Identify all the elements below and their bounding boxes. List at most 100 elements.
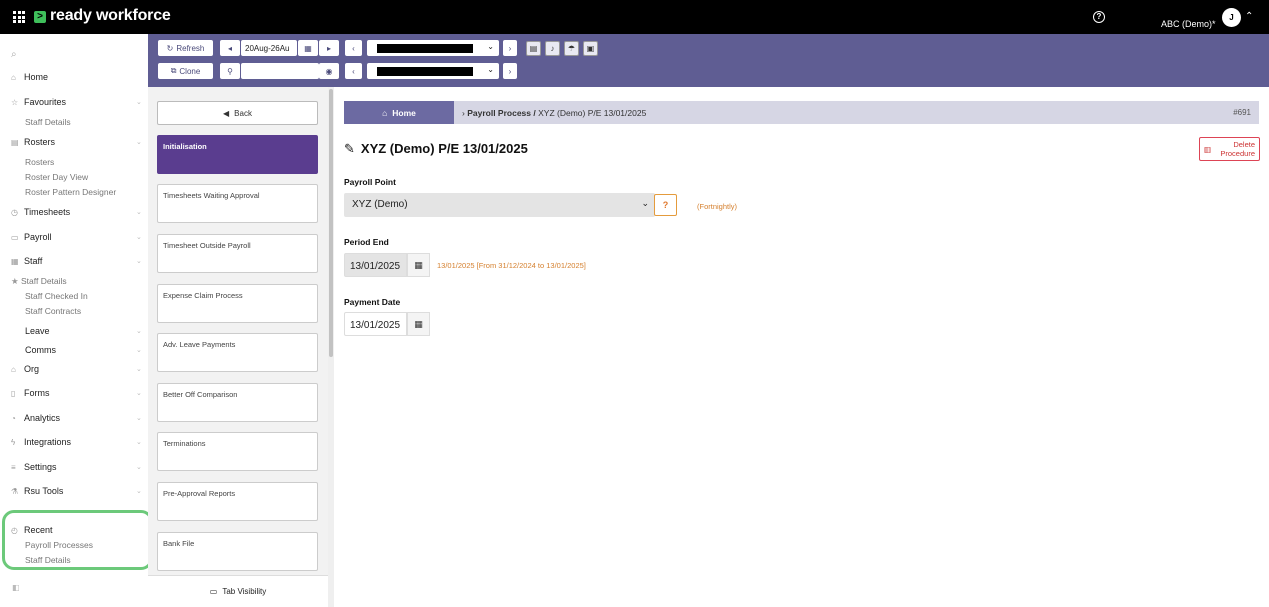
sidebar-item-label: Integrations (24, 437, 72, 447)
back-circle-icon: ◀ (223, 108, 230, 118)
calendar-icon[interactable]: ▦ (407, 312, 430, 336)
step-adv-leave-payments[interactable]: Adv. Leave Payments (157, 333, 318, 372)
payroll-point-select[interactable]: XYZ (Demo) ⌄ (344, 193, 655, 217)
sidebar-item-analytics[interactable]: ◔ Analytics ⌄ (11, 413, 142, 423)
chevron-down-icon: ⌄ (136, 366, 142, 373)
chevron-down-icon: ⌄ (641, 198, 649, 208)
chevron-down-icon: ⌄ (136, 439, 142, 446)
tab-visibility-button[interactable]: ▭ Tab Visibility (148, 575, 328, 607)
breadcrumb-current: XYZ (Demo) P/E 13/01/2025 (538, 108, 647, 118)
toolbar: ↻ Refresh ⧉ Clone ◂ 20Aug-26Au ▦ ▸ ⚲ ◉ ‹… (148, 34, 1269, 87)
sidebar-item-recent[interactable]: ◴ Recent (11, 525, 53, 535)
prev-selector-button-2[interactable]: ‹ (345, 63, 362, 79)
trash-icon: ▥ (1204, 144, 1212, 154)
sidebar-item-forms[interactable]: ▯ Forms ⌄ (11, 388, 142, 398)
back-button[interactable]: ◀ Back (157, 101, 318, 125)
pencil-icon[interactable]: ✎ (344, 141, 355, 157)
delete-procedure-button[interactable]: ▥ Delete Procedure (1199, 137, 1260, 161)
org-name[interactable]: ABC (Demo)* (1161, 19, 1216, 29)
eye-button[interactable]: ◉ (319, 63, 339, 79)
redacted-value (377, 44, 473, 53)
date-next-button[interactable]: ▸ (319, 40, 339, 56)
sidebar-subitem[interactable]: Staff Checked In (25, 291, 88, 301)
scrollbar-thumb[interactable] (329, 89, 333, 357)
collapse-sidebar-icon[interactable]: ◧ (12, 583, 20, 592)
avatar[interactable]: J (1222, 8, 1241, 27)
sidebar-subitem-label: Staff Details (21, 276, 67, 286)
step-timesheet-outside-payroll[interactable]: Timesheet Outside Payroll (157, 234, 318, 273)
sidebar-recent-payroll-processes[interactable]: Payroll Processes (25, 540, 93, 550)
selector-dropdown-1[interactable]: ⌄ (367, 40, 499, 56)
sidebar-item-favourites[interactable]: ☆ Favourites ⌄ (11, 97, 142, 107)
sidebar-subitem[interactable]: Rosters (25, 157, 54, 167)
sidebar-item-org[interactable]: ⌂ Org ⌄ (11, 364, 142, 374)
payroll-point-help-button[interactable]: ? (654, 194, 677, 216)
chevron-down-icon: ⌄ (136, 209, 142, 216)
step-bank-file[interactable]: Bank File (157, 532, 318, 571)
step-better-off-comparison[interactable]: Better Off Comparison (157, 383, 318, 422)
breadcrumb: ⌂ Home › Payroll Process / XYZ (Demo) P/… (344, 101, 1259, 124)
bell-icon[interactable]: ♪ (545, 41, 560, 56)
sidebar-item-label: Home (24, 72, 49, 82)
sidebar-item-payroll[interactable]: ▭ Payroll ⌄ (11, 232, 142, 242)
date-range-field[interactable]: 20Aug-26Au (241, 40, 297, 56)
sidebar-item-staff[interactable]: ▦ Staff ⌄ (11, 256, 142, 266)
step-terminations[interactable]: Terminations (157, 432, 318, 471)
sidebar-item-home[interactable]: ⌂ Home (11, 72, 48, 82)
prev-selector-button[interactable]: ‹ (345, 40, 362, 56)
selector-dropdown-2[interactable]: ⌄ (367, 63, 499, 79)
search-toggle-button[interactable]: ⚲ (220, 63, 240, 79)
sidebar-item-leave[interactable]: Leave ⌄ (25, 326, 142, 336)
brand-name[interactable]: ready workforce (50, 7, 171, 25)
sidebar-subitem[interactable]: Staff Contracts (25, 306, 81, 316)
sidebar-subitem[interactable]: Roster Pattern Designer (25, 187, 116, 197)
people-icon: ▦ (11, 256, 19, 266)
search-icon[interactable]: ⌕ (11, 49, 17, 60)
date-calendar-button[interactable]: ▦ (298, 40, 318, 56)
frequency-note: (Fortnightly) (697, 202, 738, 211)
timesheet-icon[interactable]: ▤ (526, 41, 541, 56)
sidebar-recent-staff-details[interactable]: Staff Details (25, 555, 71, 565)
help-icon[interactable]: ? (1093, 11, 1105, 23)
clone-button[interactable]: ⧉ Clone (158, 63, 213, 79)
home-icon: ⌂ (382, 107, 388, 118)
sidebar-subitem[interactable]: Roster Day View (25, 172, 88, 182)
breadcrumb-home[interactable]: ⌂ Home (344, 101, 454, 124)
breadcrumb-section[interactable]: Payroll Process / (467, 108, 536, 118)
step-initialisation[interactable]: Initialisation (157, 135, 318, 174)
star-icon: ★ (11, 276, 19, 286)
sidebar-item-timesheets[interactable]: ◷ Timesheets ⌄ (11, 207, 142, 217)
sidebar-item-comms[interactable]: Comms ⌄ (25, 345, 142, 355)
sidebar-item-settings[interactable]: ≡ Settings ⌄ (11, 462, 142, 472)
sidebar-item-label: Staff (24, 256, 43, 266)
briefcase-icon[interactable]: ▣ (583, 41, 598, 56)
step-timesheets-waiting-approval[interactable]: Timesheets Waiting Approval (157, 184, 318, 223)
refresh-button[interactable]: ↻ Refresh (158, 40, 213, 56)
sidebar: ⌕ ⌂ Home ☆ Favourites ⌄ Staff Details ▤ … (0, 34, 153, 607)
calendar-icon: ▤ (11, 137, 19, 147)
step-pre-approval-reports[interactable]: Pre-Approval Reports (157, 482, 318, 521)
sidebar-subitem[interactable]: Staff Details (25, 117, 71, 127)
apps-grid-icon[interactable] (13, 11, 25, 23)
calendar-icon: ▦ (304, 43, 312, 53)
payment-date-field[interactable]: 13/01/2025 (344, 312, 407, 336)
chevron-down-icon: ⌄ (136, 328, 142, 335)
chevron-up-icon[interactable]: ⌃ (1245, 11, 1253, 22)
chevron-right-icon: › (508, 43, 512, 53)
calendar-icon[interactable]: ▦ (407, 253, 430, 277)
beach-icon[interactable]: ☂ (564, 41, 579, 56)
sidebar-item-label: Rosters (24, 137, 56, 147)
next-selector-button[interactable]: › (503, 40, 517, 56)
period-end-field[interactable]: 13/01/2025 (344, 253, 407, 277)
period-end-label: Period End (344, 237, 389, 247)
search-input[interactable] (241, 63, 319, 79)
next-selector-button-2[interactable]: › (503, 63, 517, 79)
date-prev-button[interactable]: ◂ (220, 40, 240, 56)
sidebar-subitem-star[interactable]: ★ Staff Details (11, 276, 67, 287)
sidebar-item-rosters[interactable]: ▤ Rosters ⌄ (11, 137, 142, 147)
step-expense-claim-process[interactable]: Expense Claim Process (157, 284, 318, 323)
page-title: ✎ XYZ (Demo) P/E 13/01/2025 (344, 141, 528, 157)
chevron-down-icon: ⌄ (136, 99, 142, 106)
sidebar-item-rsu-tools[interactable]: ⚗ Rsu Tools ⌄ (11, 486, 142, 496)
sidebar-item-integrations[interactable]: ϟ Integrations ⌄ (11, 437, 142, 447)
